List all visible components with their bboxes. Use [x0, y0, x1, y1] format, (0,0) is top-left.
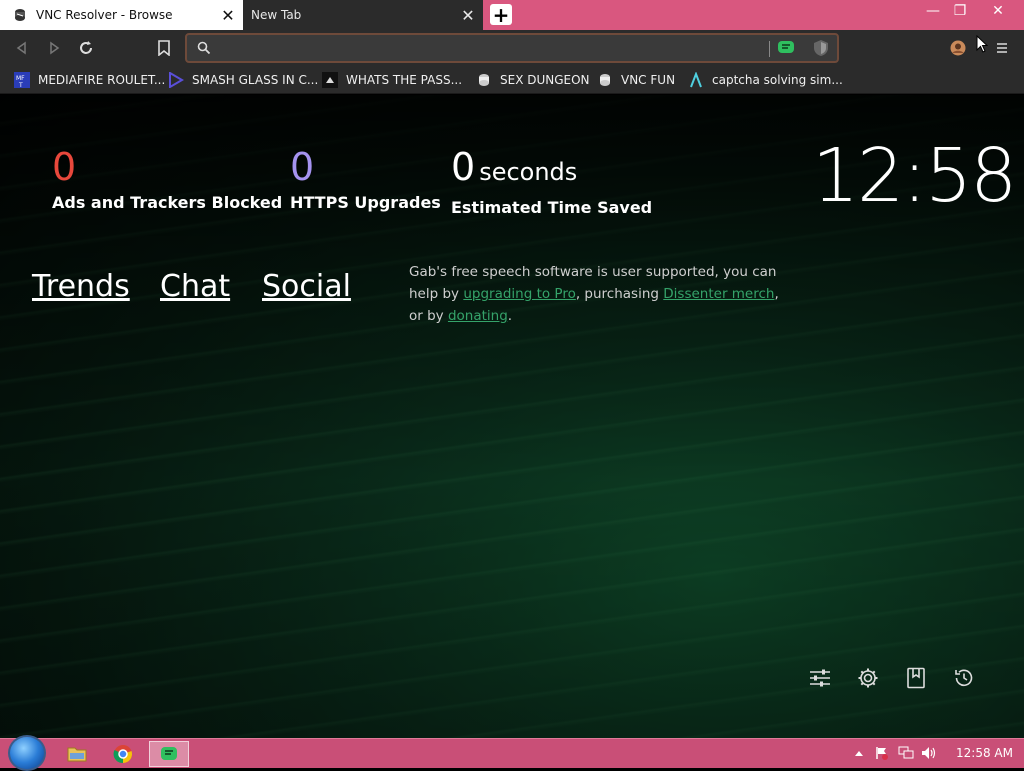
settings-button[interactable] [855, 665, 881, 691]
start-button[interactable] [8, 735, 46, 771]
gear-icon [858, 668, 878, 688]
dissenter-merch-link[interactable]: Dissenter merch [663, 286, 774, 302]
tab-title: New Tab [251, 8, 302, 22]
mouse-cursor-icon [976, 35, 988, 53]
time-saved-unit: seconds [479, 158, 578, 186]
bookmark-page-button[interactable] [154, 38, 174, 58]
bookmark-outline-icon [158, 40, 170, 56]
title-bar: VNC Resolver - Browse ✕ New Tab ✕ + — ❐ … [0, 0, 1024, 30]
tab-vnc-resolver[interactable]: VNC Resolver - Browse ✕ [0, 0, 243, 30]
chrome-icon [113, 745, 133, 764]
avatar-icon [950, 40, 966, 56]
https-upgrades-label: HTTPS Upgrades [290, 193, 441, 212]
clock: 12:58 [812, 133, 1017, 219]
svg-text:MF: MF [16, 75, 25, 82]
history-button[interactable] [951, 665, 977, 691]
close-tab-icon[interactable]: ✕ [457, 4, 479, 26]
bookmark-label: WHATS THE PASS... [346, 73, 463, 87]
support-text: , purchasing [575, 286, 664, 302]
taskbar: 12:58 AM [0, 735, 1024, 771]
dissenter-icon [161, 747, 177, 760]
trends-link[interactable]: Trends [32, 269, 130, 304]
donating-link[interactable]: donating [448, 308, 508, 324]
mediafire-icon: MF T [14, 72, 30, 89]
dark-square-icon [322, 72, 338, 88]
new-tab-page: 0 Ads and Trackers Blocked 0 HTTPS Upgra… [0, 95, 1024, 738]
tab-new-tab[interactable]: New Tab ✕ [243, 0, 483, 30]
svg-text:T: T [18, 82, 23, 88]
minimize-button[interactable]: — [918, 0, 948, 22]
support-note: Gab's free speech software is user suppo… [409, 261, 789, 327]
time-saved-count: 0 [451, 145, 476, 189]
action-center-flag-icon[interactable] [874, 745, 890, 761]
dissenter-comment-icon[interactable] [777, 40, 795, 56]
tab-title: VNC Resolver - Browse [36, 8, 173, 22]
taskbar-dissenter[interactable] [149, 741, 189, 767]
stat-ads-blocked: 0 Ads and Trackers Blocked [52, 147, 282, 212]
bookmarks-bar: MF T MEDIAFIRE ROULET... SMASH GLASS IN C… [0, 66, 1024, 94]
forward-button[interactable] [44, 38, 64, 58]
network-icon[interactable] [898, 745, 914, 761]
bookmark-whats-the-pass[interactable]: WHATS THE PASS... [322, 70, 462, 90]
bookmark-label: MEDIAFIRE ROULET... [38, 73, 166, 87]
stat-https-upgrades: 0 HTTPS Upgrades [290, 147, 441, 212]
address-input[interactable] [221, 39, 761, 57]
stat-time-saved: 0 seconds Estimated Time Saved [451, 147, 652, 217]
file-explorer-icon [67, 747, 87, 762]
browser-toolbar [0, 30, 1024, 66]
vnc-icon [476, 72, 492, 88]
taskbar-file-explorer[interactable] [57, 741, 97, 767]
bookmark-label: SEX DUNGEON [500, 73, 590, 87]
lambda-icon [688, 71, 704, 88]
ads-blocked-label: Ads and Trackers Blocked [52, 193, 283, 212]
profile-avatar[interactable] [948, 38, 968, 58]
support-text: . [507, 308, 513, 324]
social-link[interactable]: Social [262, 269, 351, 304]
bookmark-sex-dungeon[interactable]: SEX DUNGEON [476, 70, 590, 90]
chat-link[interactable]: Chat [160, 269, 230, 304]
forward-arrow-icon [50, 41, 60, 55]
taskbar-clock[interactable]: 12:58 AM [956, 746, 1013, 760]
tray-expand-icon[interactable] [851, 745, 867, 761]
maximize-button[interactable]: ❐ [945, 0, 975, 22]
taskbar-chrome[interactable] [103, 741, 143, 767]
vnc-icon [597, 72, 613, 88]
new-tab-button[interactable]: + [490, 4, 512, 25]
hamburger-menu-icon [997, 43, 1007, 53]
reload-button[interactable] [76, 38, 96, 58]
url-separator [769, 41, 770, 57]
bookmark-icon [907, 667, 925, 689]
address-bar[interactable] [185, 33, 839, 63]
close-window-button[interactable]: ✕ [983, 0, 1013, 22]
search-icon [197, 41, 211, 55]
bookmark-label: captcha solving sim... [712, 73, 843, 87]
bookmark-vnc-fun[interactable]: VNC FUN [597, 70, 675, 90]
https-upgrades-count: 0 [290, 145, 315, 189]
close-tab-icon[interactable]: ✕ [217, 4, 239, 26]
reload-icon [80, 41, 92, 54]
bookmark-captcha-solving[interactable]: captcha solving sim... [688, 70, 843, 90]
sliders-icon [810, 669, 830, 687]
upgrade-pro-link[interactable]: upgrading to Pro [463, 286, 576, 302]
time-saved-label: Estimated Time Saved [451, 198, 653, 217]
triangle-icon [168, 71, 184, 89]
customize-button[interactable] [807, 665, 833, 691]
bookmark-label: VNC FUN [621, 73, 676, 87]
shield-icon[interactable] [813, 39, 829, 57]
bookmark-label: SMASH GLASS IN C... [192, 73, 319, 87]
bookmark-mediafire[interactable]: MF T MEDIAFIRE ROULET... [14, 70, 165, 90]
ads-blocked-count: 0 [52, 145, 77, 189]
back-arrow-icon [16, 41, 26, 55]
bookmark-smash-glass[interactable]: SMASH GLASS IN C... [168, 70, 318, 90]
volume-icon[interactable] [921, 745, 937, 761]
vnc-icon [12, 7, 28, 23]
bookmarks-button[interactable] [903, 665, 929, 691]
history-icon [955, 669, 973, 687]
back-button[interactable] [12, 38, 32, 58]
menu-button[interactable] [992, 38, 1012, 58]
